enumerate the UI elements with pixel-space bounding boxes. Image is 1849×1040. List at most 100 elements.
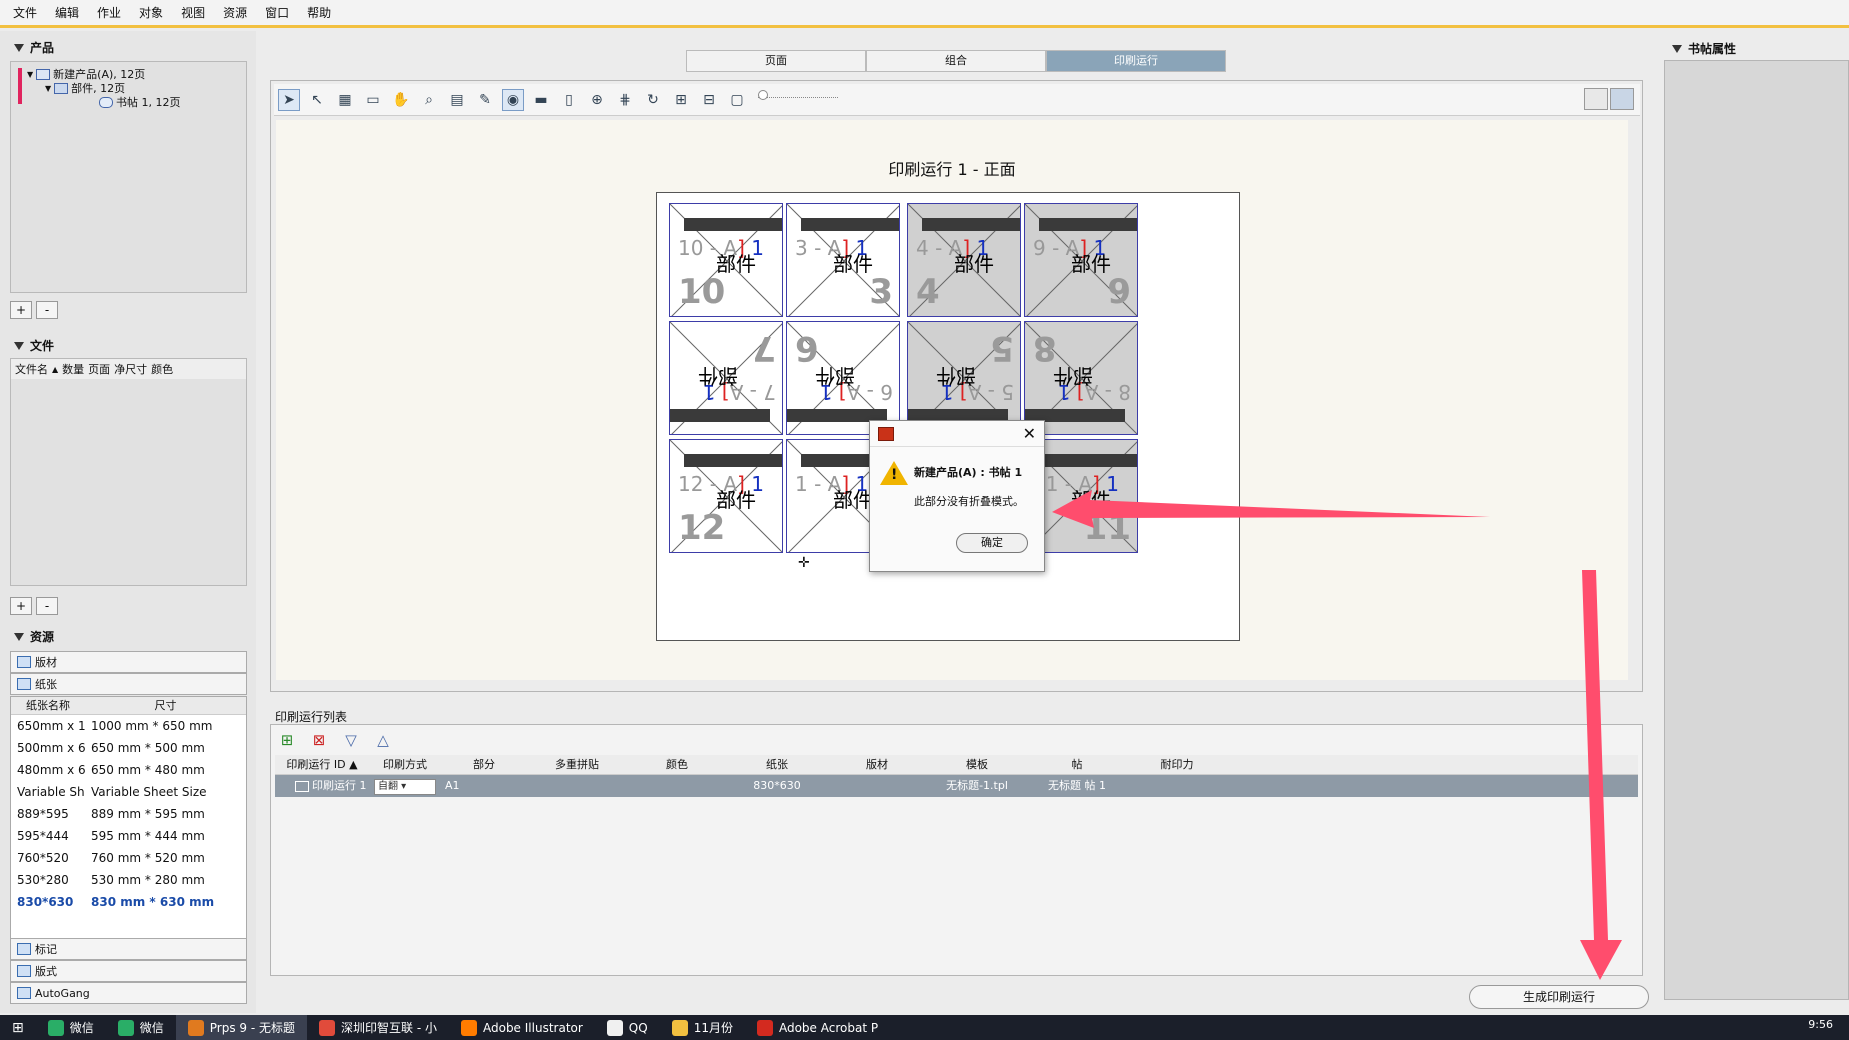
list-item[interactable]: 480mm x 6 650 mm * 480 mm [11, 759, 246, 781]
product-remove-button[interactable]: - [36, 301, 58, 319]
menu-job[interactable]: 作业 [88, 4, 130, 21]
resource-section-title[interactable]: 资源 [14, 628, 54, 645]
tab-combine[interactable]: 组合 [866, 50, 1046, 72]
col-quantity[interactable]: 数量 [62, 361, 84, 377]
list-item[interactable]: 760*520 760 mm * 520 mm [11, 847, 246, 869]
tab-print-run[interactable]: 印刷运行 [1046, 50, 1226, 72]
menu-file[interactable]: 文件 [4, 4, 46, 21]
taskbar-item[interactable]: Prps 9 - 无标题 [175, 1015, 308, 1040]
table-row[interactable]: 印刷运行 1 自翻 ▾ A1 830*630 无标题-1.tpl 无标题 帖 1 [275, 775, 1638, 797]
list-item[interactable]: 530*280 530 mm * 280 mm [11, 869, 246, 891]
imposition-page-7[interactable]: 7 - A] 1 部件 7 [669, 321, 783, 435]
preview-icon[interactable]: ▢ [726, 89, 748, 111]
file-add-button[interactable]: + [10, 597, 32, 615]
layout-dropdown-icon[interactable]: ▤ [446, 89, 468, 111]
resource-tab-layout[interactable]: 版式 [10, 960, 247, 982]
start-icon[interactable]: ⊞ [0, 1015, 36, 1040]
imposition-page-12[interactable]: 12 - A] 1 部件 12 [669, 439, 783, 553]
single-view-icon[interactable] [1584, 88, 1608, 110]
taskbar-item[interactable]: QQ [595, 1015, 660, 1040]
delete-print-run-icon[interactable]: ⊠ [307, 729, 331, 751]
col-method[interactable]: 印刷方式 [369, 755, 441, 774]
ruler-icon[interactable]: ▬ [530, 89, 552, 111]
col-paper[interactable]: 纸张 [727, 755, 827, 774]
resource-tab-autogang[interactable]: AutoGang [10, 982, 247, 1004]
taskbar-item[interactable]: 微信 [106, 1015, 176, 1040]
col-durability[interactable]: 耐印力 [1127, 755, 1227, 774]
resource-tab-marks[interactable]: 标记 [10, 938, 247, 960]
crosshair-icon[interactable]: ⊕ [586, 89, 608, 111]
menu-help[interactable]: 帮助 [298, 4, 340, 21]
col-multi[interactable]: 多重拼贴 [527, 755, 627, 774]
signature-properties-title[interactable]: 书帖属性 [1672, 40, 1736, 57]
add-print-run-icon[interactable]: ⊞ [275, 729, 299, 751]
tab-pages[interactable]: 页面 [686, 50, 866, 72]
col-plate[interactable]: 版材 [827, 755, 927, 774]
menu-edit[interactable]: 编辑 [46, 4, 88, 21]
direct-select-icon[interactable]: ↖ [306, 89, 328, 111]
imposition-page-4[interactable]: 4 - A] 1 部件 4 [907, 203, 1021, 317]
imposition-page-10[interactable]: 10 - A] 1 部件 10 [669, 203, 783, 317]
multi-view-icon[interactable] [1610, 88, 1634, 110]
list-item[interactable]: Variable Sh Variable Sheet Size [11, 781, 246, 803]
move-down-icon[interactable]: ▽ [339, 729, 363, 751]
page-grid-icon[interactable]: ▦ [334, 89, 356, 111]
align-icon[interactable]: ⋕ [614, 89, 636, 111]
hand-icon[interactable]: ✋ [390, 89, 412, 111]
rotate-icon[interactable]: ↻ [642, 89, 664, 111]
resource-tab-paper[interactable]: 纸张 [10, 673, 247, 695]
list-item[interactable]: 500mm x 6 650 mm * 500 mm [11, 737, 246, 759]
zoom-slider[interactable] [758, 89, 838, 103]
col-paper-size[interactable]: 尺寸 [85, 697, 246, 714]
file-remove-button[interactable]: - [36, 597, 58, 615]
grid-icon[interactable]: ⊞ [670, 89, 692, 111]
imposition-page-8[interactable]: 8 - A] 1 部件 8 [1024, 321, 1138, 435]
tree-item-signature[interactable]: 书帖 1, 12页 [99, 94, 181, 110]
taskbar-item[interactable]: 11月份 [660, 1015, 745, 1040]
zoom-icon[interactable]: ⌕ [418, 89, 440, 111]
menu-view[interactable]: 视图 [172, 4, 214, 21]
page-icon[interactable]: ▭ [362, 89, 384, 111]
list-item[interactable]: 830*630 830 mm * 630 mm [11, 891, 246, 913]
menu-resource[interactable]: 资源 [214, 4, 256, 21]
eye-icon[interactable]: ◉ [502, 88, 524, 111]
menu-object[interactable]: 对象 [130, 4, 172, 21]
menu-window[interactable]: 窗口 [256, 4, 298, 21]
taskbar-item[interactable]: Adobe Illustrator [449, 1015, 595, 1040]
method-select[interactable]: 自翻 ▾ [374, 779, 436, 795]
imposition-page-6[interactable]: 6 - A] 1 部件 6 [786, 321, 900, 435]
select-arrow-icon[interactable]: ➤ [278, 88, 300, 111]
resource-tab-plates[interactable]: 版材 [10, 651, 247, 673]
file-section-title[interactable]: 文件 [14, 337, 54, 354]
taskbar-item[interactable]: 微信 [36, 1015, 106, 1040]
col-part[interactable]: 部分 [441, 755, 527, 774]
edit-layout-icon[interactable]: ✎ [474, 89, 496, 111]
imposition-page-9[interactable]: 9 - A] 1 部件 9 [1024, 203, 1138, 317]
imposition-page-3[interactable]: 3 - A] 1 部件 3 [786, 203, 900, 317]
col-template[interactable]: 模板 [927, 755, 1027, 774]
col-color[interactable]: 颜色 [627, 755, 727, 774]
taskbar-item[interactable]: 深圳印智互联 - 小 [307, 1015, 449, 1040]
col-run-id[interactable]: 印刷运行 ID ▲ [275, 755, 369, 774]
col-paper-name[interactable]: 纸张名称 [11, 697, 85, 714]
sheet-icon[interactable]: ▯ [558, 89, 580, 111]
taskbar-item[interactable]: Adobe Acrobat P [745, 1015, 890, 1040]
imposition-page-5[interactable]: 5 - A] 1 部件 5 [907, 321, 1021, 435]
col-pages[interactable]: 页面 [88, 361, 110, 377]
product-add-button[interactable]: + [10, 301, 32, 319]
list-item[interactable]: 650mm x 1 1000 mm * 650 mm [11, 715, 246, 737]
col-signature[interactable]: 帖 [1027, 755, 1127, 774]
product-section-title[interactable]: 产品 [14, 39, 54, 56]
generate-print-run-button[interactable]: 生成印刷运行 [1469, 985, 1649, 1009]
list-item[interactable]: 595*444 595 mm * 444 mm [11, 825, 246, 847]
press-sheet[interactable]: 10 - A] 1 部件 10 3 - A] 1 部件 3 4 - A] 1 部件 4 9 - A… [656, 192, 1240, 641]
ok-button[interactable]: 确定 [956, 533, 1028, 553]
close-icon[interactable]: ✕ [1023, 424, 1036, 443]
col-color[interactable]: 颜色 [151, 361, 173, 377]
col-filename[interactable]: 文件名 [15, 361, 48, 377]
col-trim-size[interactable]: 净尺寸 [114, 361, 147, 377]
move-up-icon[interactable]: △ [371, 729, 395, 751]
list-item[interactable]: 889*595 889 mm * 595 mm [11, 803, 246, 825]
slider-handle[interactable] [758, 89, 768, 100]
distribute-icon[interactable]: ⊟ [698, 89, 720, 111]
